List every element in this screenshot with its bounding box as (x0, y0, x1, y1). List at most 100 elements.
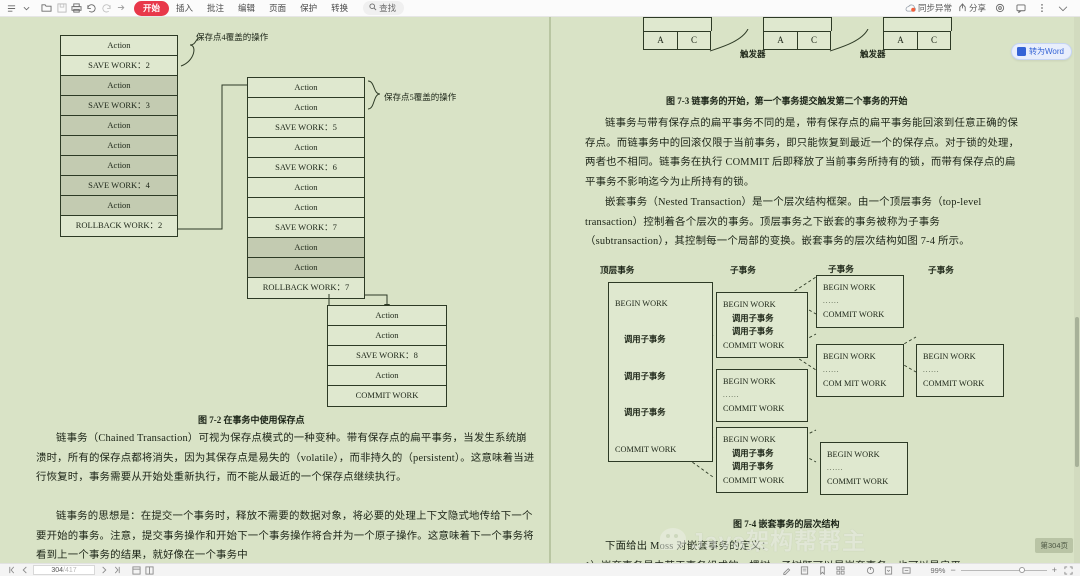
savepoint-table-3-row: Action (328, 366, 446, 386)
search-label: 查找 (379, 2, 396, 14)
fit-width-icon[interactable] (900, 565, 913, 576)
sync-status[interactable]: 同步异常 (905, 2, 952, 14)
savepoint-table-2-row: Action (248, 238, 364, 258)
nt-line: COMMIT WORK (923, 377, 997, 391)
zoom-level-label[interactable]: 99% (930, 566, 945, 575)
fit-page-icon[interactable] (882, 565, 895, 576)
scrollbar-thumb[interactable] (1075, 317, 1079, 467)
word-icon (1017, 47, 1026, 56)
page-number-input[interactable]: 304/417 (33, 565, 95, 575)
savepoint-table-2-row: SAVE WORK：5 (248, 118, 364, 138)
zoom-slider[interactable] (961, 566, 1047, 575)
nt-line: COMMIT WORK (615, 443, 706, 457)
first-page-icon[interactable] (5, 565, 18, 576)
print-icon[interactable] (69, 1, 84, 15)
prev-page-icon[interactable] (18, 565, 31, 576)
right-paragraph-2-text: 嵌套事务（Nested Transaction）是一个层次结构框架。由一个顶层事… (585, 197, 981, 247)
nt-box-sub-3: BEGIN WORK调用子事务调用子事务COMMIT WORK (716, 427, 808, 493)
right-closing-1: 下面给出 Moss 对嵌套事务的定义： (585, 537, 1025, 557)
nt-line: BEGIN WORK (723, 375, 801, 389)
nt-line: 调用子事务 (723, 325, 801, 339)
left-paragraph-2: 链事务的思想是：在提交一个事务时，释放不需要的数据对象，将必要的处理上下文隐式地… (36, 507, 536, 563)
zoom-out-button[interactable]: − (950, 565, 955, 575)
nt-line: 调用子事务 (723, 447, 801, 461)
nt-box-sub-1-2-1: BEGIN WORK......COMMIT WORK (916, 344, 1004, 397)
quick-access-icon[interactable] (114, 1, 129, 15)
nt-line: ...... (823, 295, 897, 309)
nt-line: 调用子事务 (615, 333, 706, 347)
document-viewport[interactable]: 转为Word 保存点4覆盖的操作 ActionSAVE WORK：2Action… (0, 17, 1080, 563)
savepoint-table-2-row: Action (248, 258, 364, 278)
collapse-ribbon-icon[interactable] (1055, 1, 1070, 15)
facing-page-icon[interactable] (143, 565, 156, 576)
share-label: 分享 (969, 2, 986, 14)
open-folder-icon[interactable] (39, 1, 54, 15)
nt-box-sub-1: BEGIN WORK调用子事务调用子事务COMMIT WORK (716, 292, 808, 358)
nt-line: BEGIN WORK (723, 298, 801, 312)
trigger-cell-c-3: C (917, 31, 951, 50)
nt-line: ...... (827, 462, 901, 476)
nt-line: 调用子事务 (615, 370, 706, 384)
next-page-icon[interactable] (97, 565, 110, 576)
fullscreen-icon[interactable] (1062, 565, 1075, 576)
last-page-icon[interactable] (110, 565, 123, 576)
redo-icon[interactable] (99, 1, 114, 15)
sync-status-label: 同步异常 (918, 2, 952, 14)
trigger-label-2: 触发器 (860, 48, 886, 60)
figure-7-2-caption: 图 7-2 在事务中使用保存点 (198, 413, 305, 426)
file-menu-icon[interactable] (4, 1, 19, 15)
bookmark-icon[interactable] (816, 565, 829, 576)
undo-icon[interactable] (84, 1, 99, 15)
rotate-icon[interactable] (864, 565, 877, 576)
zoom-in-button[interactable]: + (1052, 565, 1057, 575)
note-icon[interactable] (798, 565, 811, 576)
savepoint-table-2: ActionActionSAVE WORK：5ActionSAVE WORK：6… (247, 77, 365, 299)
left-paragraph-1: 链事务（Chained Transaction）可视为保存点模式的一种变种。带有… (36, 429, 536, 488)
share-button[interactable]: 分享 (958, 2, 986, 14)
trigger-group-3: A C (883, 17, 952, 50)
nt-line: COMMIT WORK (723, 474, 801, 488)
nt-line: ...... (923, 364, 997, 378)
search-box[interactable]: 查找 (363, 1, 404, 15)
trigger-label-1: 触发器 (740, 48, 766, 60)
chevron-down-icon[interactable] (19, 1, 34, 15)
tab-start[interactable]: 开始 (134, 1, 169, 16)
convert-to-word-button[interactable]: 转为Word (1011, 43, 1072, 60)
savepoint-table-1-row: Action (61, 156, 177, 176)
nt-line: BEGIN WORK (723, 433, 801, 447)
right-closing-1-text: 下面给出 Moss 对嵌套事务的定义： (605, 541, 772, 552)
save-icon[interactable] (54, 1, 69, 15)
savepoint-table-3-row: Action (328, 326, 446, 346)
savepoint-table-1: ActionSAVE WORK：2ActionSAVE WORK：3Action… (60, 35, 178, 237)
comment-icon[interactable] (1013, 1, 1028, 15)
zoom-slider-knob[interactable] (1019, 567, 1025, 573)
tab-protect[interactable]: 保护 (293, 1, 324, 15)
savepoint-table-1-row: Action (61, 196, 177, 216)
nt-line: ...... (723, 389, 801, 403)
app-toolbar: 开始 插入 批注 编辑 页面 保护 转换 查找 同步异常 分享 (0, 0, 1080, 17)
trigger-cell-a-1: A (643, 31, 677, 50)
tab-insert[interactable]: 插入 (169, 1, 200, 15)
settings-icon[interactable] (992, 1, 1007, 15)
more-icon[interactable] (1034, 1, 1049, 15)
tab-comment[interactable]: 批注 (200, 1, 231, 15)
left-paragraph-2-text: 链事务的思想是：在提交一个事务时，释放不需要的数据对象，将必要的处理上下文隐式地… (36, 511, 534, 561)
tab-edit[interactable]: 编辑 (231, 1, 262, 15)
nt-line: BEGIN WORK (923, 350, 997, 364)
brace-savepoint4 (178, 35, 204, 71)
single-page-icon[interactable] (130, 565, 143, 576)
thumbnail-icon[interactable] (834, 565, 847, 576)
nt-line: COMMIT WORK (823, 308, 897, 322)
convert-to-word-label: 转为Word (1029, 46, 1064, 57)
nt-line: COM MIT WORK (823, 377, 897, 391)
annotation-savepoint4: 保存点4覆盖的操作 (196, 31, 268, 43)
document-scrollbar[interactable] (1074, 17, 1080, 563)
savepoint-table-3: ActionActionSAVE WORK：8ActionCOMMIT WORK (327, 305, 447, 407)
savepoint-table-1-row: SAVE WORK：3 (61, 96, 177, 116)
highlight-icon[interactable] (780, 565, 793, 576)
nt-box-sub-3-1: BEGIN WORK......COMMIT WORK (820, 442, 908, 495)
tab-convert[interactable]: 转换 (324, 1, 355, 15)
tab-page[interactable]: 页面 (262, 1, 293, 15)
nt-line: 调用子事务 (723, 460, 801, 474)
nt-line: ...... (823, 364, 897, 378)
